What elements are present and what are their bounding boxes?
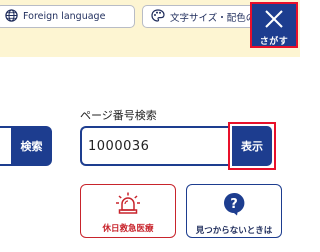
foreign-language-button[interactable]: Foreign language (0, 5, 135, 28)
site-search-button-label: 検索 (20, 140, 43, 153)
display-button-label: 表示 (241, 140, 263, 153)
page-number-input[interactable]: 1000036 (80, 126, 230, 166)
not-found-help-card[interactable]: ? 見つからないときは (186, 184, 282, 238)
holiday-emergency-label: 休日救急医療 (102, 224, 154, 234)
page-number-search-title: ページ番号検索 (80, 109, 157, 122)
palette-icon (151, 8, 165, 25)
question-bubble-icon: ? (222, 192, 246, 220)
not-found-help-label: 見つからないときは (195, 226, 273, 236)
close-search-button[interactable]: さがす (250, 2, 298, 48)
header-bar: Foreign language 文字サイズ・配色の変更 さがす (0, 0, 300, 57)
close-search-label: さがす (259, 37, 289, 47)
foreign-language-label: Foreign language (23, 11, 106, 22)
holiday-emergency-card[interactable]: 休日救急医療 (80, 184, 176, 238)
siren-icon (115, 192, 141, 218)
page-number-display-button[interactable]: 表示 (228, 122, 276, 170)
page-number-value: 1000036 (88, 138, 150, 154)
svg-text:?: ? (230, 197, 238, 212)
close-icon (264, 9, 284, 33)
globe-icon (5, 8, 18, 25)
site-search-button[interactable]: 検索 (11, 126, 52, 166)
